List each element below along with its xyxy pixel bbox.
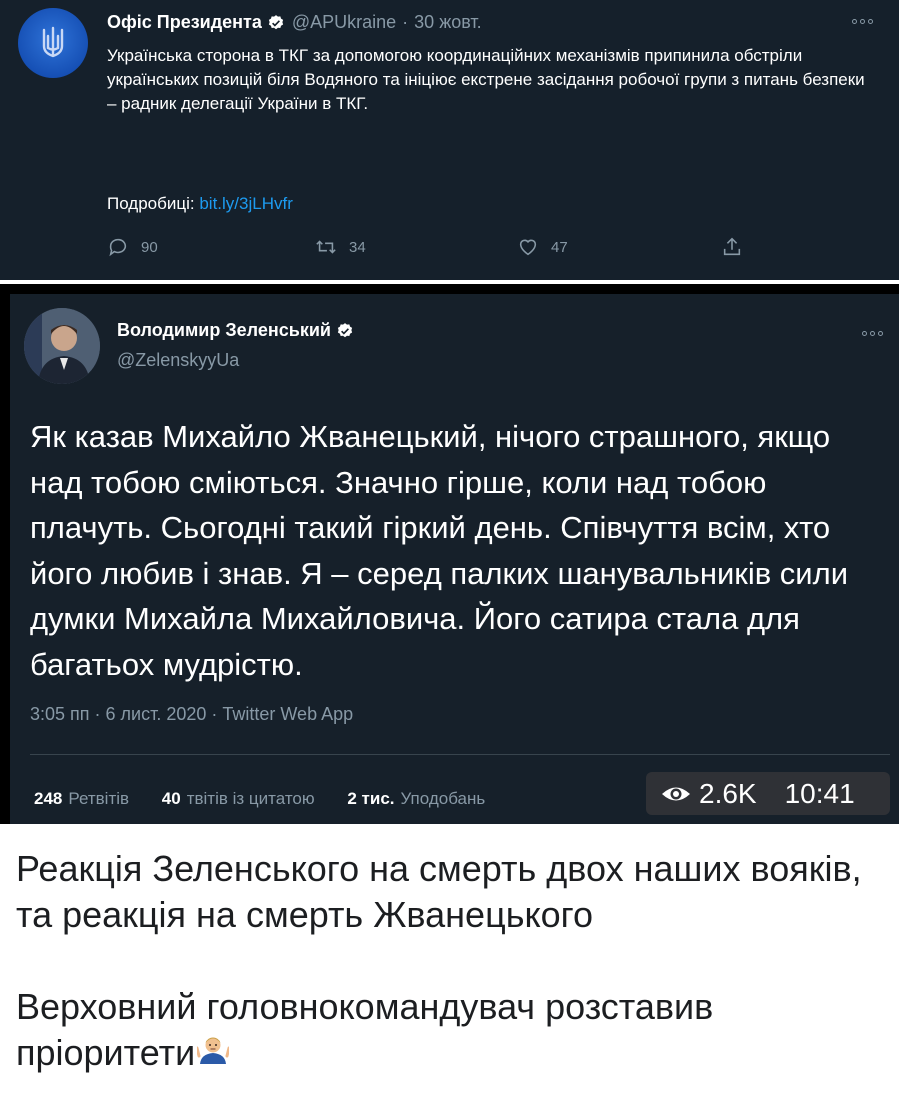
tweet-actions: 90 34 47 bbox=[107, 236, 757, 266]
heart-icon bbox=[519, 239, 537, 256]
quotes-count: 40 bbox=[161, 789, 181, 808]
views-time-overlay: 2.6K 10:41 bbox=[646, 772, 890, 815]
author-name[interactable]: Володимир Зеленський bbox=[117, 320, 331, 341]
divider bbox=[30, 754, 890, 755]
reply-button[interactable]: 90 bbox=[107, 236, 158, 258]
share-button[interactable] bbox=[721, 236, 743, 258]
avatar-zelensky[interactable] bbox=[24, 308, 100, 384]
share-icon bbox=[723, 237, 741, 256]
tweet-stats: 248 Ретвітів 40 твітів із цитатою 2 тис. Уп… bbox=[34, 789, 513, 809]
likes-count: 2 тис. bbox=[347, 789, 395, 808]
post-caption: Реакція Зеленського на смерть двох наших… bbox=[16, 846, 886, 1076]
author-handle[interactable]: @APUkraine bbox=[292, 12, 396, 33]
tweet-text: Українська сторона в ТКГ за допомогою ко… bbox=[107, 46, 865, 113]
likes-label: Уподобань bbox=[400, 789, 486, 808]
like-button[interactable]: 47 bbox=[517, 236, 568, 258]
tweet-office-of-president: Офіс Президента @APUkraine · 30 жовт. Ук… bbox=[0, 0, 899, 280]
retweets-label: Ретвітів bbox=[68, 789, 130, 808]
separator-dot: · bbox=[402, 12, 409, 32]
retweet-count: 34 bbox=[349, 238, 366, 256]
verified-badge-icon bbox=[267, 14, 285, 32]
tweet-text: Як казав Михайло Жванецький, нічого стра… bbox=[30, 419, 849, 682]
details-line: Подробиці: bit.ly/3jLHvfr bbox=[107, 194, 293, 214]
quotes-label: твітів із цитатою bbox=[186, 789, 315, 808]
reply-count: 90 bbox=[141, 238, 158, 256]
caption-line-2: Верховний головнокомандувач розставив пр… bbox=[16, 984, 886, 1076]
trident-emblem-icon bbox=[42, 26, 64, 58]
retweet-button[interactable]: 34 bbox=[315, 236, 366, 258]
author-name[interactable]: Офіс Президента bbox=[107, 12, 262, 33]
retweet-icon bbox=[316, 240, 336, 254]
details-label: Подробиці: bbox=[107, 194, 195, 213]
like-count: 47 bbox=[551, 238, 568, 256]
tweet-zelensky: Володимир Зеленський @ZelenskyyUa Як каз… bbox=[10, 294, 899, 824]
more-options-icon[interactable] bbox=[852, 19, 873, 24]
author-handle[interactable]: @ZelenskyyUa bbox=[117, 350, 239, 371]
tweet1-header: Офіс Президента @APUkraine · 30 жовт. bbox=[107, 12, 482, 33]
quotes-stat[interactable]: 40 твітів із цитатою bbox=[162, 789, 315, 808]
retweets-count: 248 bbox=[34, 789, 63, 808]
shrug-emoji-icon bbox=[197, 1037, 230, 1064]
verified-badge-icon bbox=[336, 322, 354, 340]
caption-line-1: Реакція Зеленського на смерть двох наших… bbox=[16, 848, 862, 935]
tweet2-header: Володимир Зеленський bbox=[117, 320, 361, 341]
avatar-office-of-president[interactable] bbox=[18, 8, 88, 78]
clock-time: 10:41 bbox=[784, 777, 855, 809]
details-link[interactable]: bit.ly/3jLHvfr bbox=[199, 194, 293, 213]
retweets-stat[interactable]: 248 Ретвітів bbox=[34, 789, 129, 808]
views-count: 2.6K bbox=[699, 777, 757, 809]
eye-icon bbox=[662, 787, 690, 800]
more-options-icon[interactable] bbox=[862, 331, 883, 336]
likes-stat[interactable]: 2 тис. Уподобань bbox=[347, 789, 485, 808]
reply-icon bbox=[109, 238, 127, 257]
person-photo-icon bbox=[24, 308, 100, 384]
caption-line-2-text: Верховний головнокомандувач розставив пр… bbox=[16, 986, 714, 1073]
tweet-date[interactable]: 30 жовт. bbox=[414, 12, 482, 33]
tweet-meta[interactable]: 3:05 пп · 6 лист. 2020 · Twitter Web App bbox=[30, 704, 353, 725]
tweet-zelensky-wrapper: Володимир Зеленський @ZelenskyyUa Як каз… bbox=[0, 284, 899, 824]
